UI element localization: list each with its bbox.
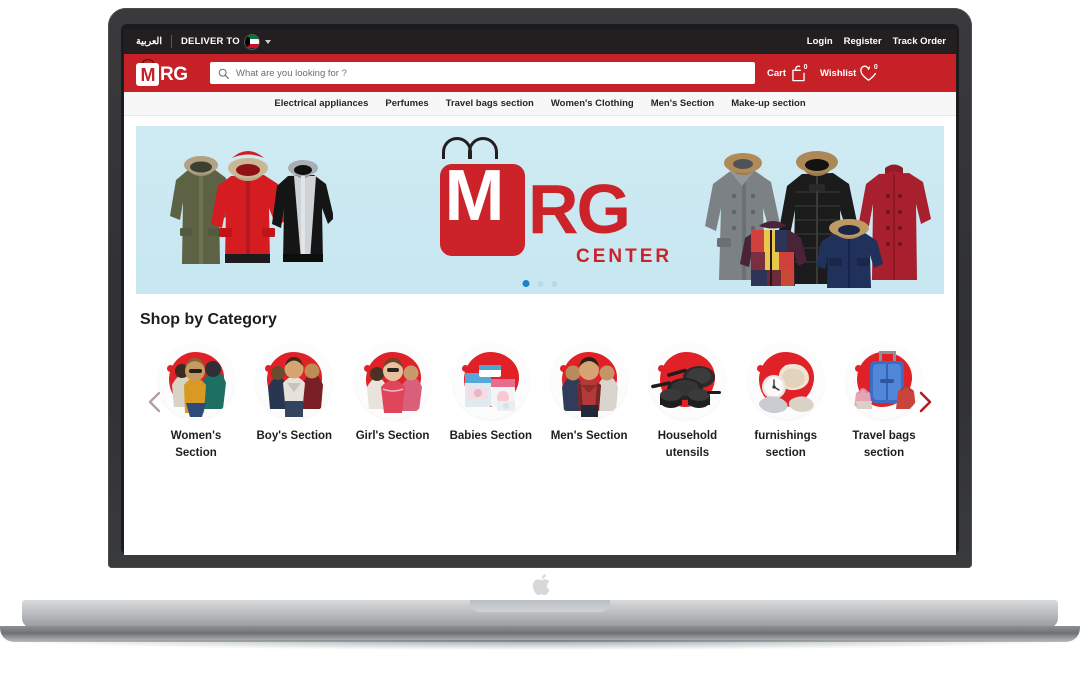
topbar-right-group: Login Register Track Order xyxy=(807,36,946,47)
hero-logo-text: RG xyxy=(528,170,631,248)
winter-coats-image xyxy=(705,151,931,288)
category-image xyxy=(452,343,529,419)
hero-slider-dots[interactable] xyxy=(522,280,558,287)
hero-banner-slide[interactable]: M RG CENTER xyxy=(136,126,944,294)
category-image xyxy=(354,343,431,419)
wishlist-count-badge: 0 xyxy=(870,61,882,73)
category-item-womens-section[interactable]: Women's Section xyxy=(150,343,242,461)
track-order-link[interactable]: Track Order xyxy=(893,36,946,47)
search-input[interactable] xyxy=(236,67,747,79)
category-label: Girl's Section xyxy=(355,430,430,442)
hero-dot-1[interactable] xyxy=(522,280,530,287)
category-label: Household utensils xyxy=(657,430,718,459)
nav-item-mens-section[interactable]: Men's Section xyxy=(651,98,715,109)
kuwait-flag-icon xyxy=(244,34,259,49)
nav-item-womens-clothing[interactable]: Women's Clothing xyxy=(551,98,634,109)
nav-item-perfumes[interactable]: Perfumes xyxy=(385,98,428,109)
cookware-art xyxy=(651,366,722,408)
category-item-babies-section[interactable]: Babies Section xyxy=(445,343,537,461)
category-label: Boy's Section xyxy=(256,430,333,442)
category-label: Babies Section xyxy=(449,430,533,442)
mens-winter-jackets-image xyxy=(170,151,333,264)
boys-clothing-art xyxy=(268,357,324,417)
category-item-household-utensils[interactable]: Household utensils xyxy=(641,343,733,461)
brand-logo-mark: M xyxy=(136,63,159,86)
category-item-girls-section[interactable]: Girl's Section xyxy=(347,343,439,461)
girls-clothing-art xyxy=(366,358,422,413)
wishlist-icon-wrap: 0 xyxy=(859,61,882,83)
category-navbar: Electrical appliances Perfumes Travel ba… xyxy=(124,92,956,116)
top-utility-bar: العربية DELIVER TO Login Register Track … xyxy=(124,29,956,54)
category-image xyxy=(158,343,234,419)
category-image xyxy=(256,343,333,419)
category-carousel: Women's Section Boy's Section Girl's Sec… xyxy=(136,343,944,461)
brand-logo[interactable]: M RG xyxy=(136,59,198,86)
hero-dot-3[interactable] xyxy=(551,280,558,287)
site-header: M RG Cart 0 xyxy=(124,54,956,92)
page-viewport: العربية DELIVER TO Login Register Track … xyxy=(124,29,956,555)
deliver-to-selector[interactable]: DELIVER TO xyxy=(172,34,271,49)
laptop-mockup: العربية DELIVER TO Login Register Track … xyxy=(0,0,1080,675)
category-item-boys-section[interactable]: Boy's Section xyxy=(248,343,340,461)
hero-dot-2[interactable] xyxy=(537,280,544,287)
cart-button[interactable]: Cart 0 xyxy=(767,61,812,83)
category-list: Women's Section Boy's Section Girl's Sec… xyxy=(136,343,944,461)
hero-logo-mark: M xyxy=(444,156,505,236)
nav-item-make-up-section[interactable]: Make-up section xyxy=(731,98,805,109)
category-label: furnishings section xyxy=(754,430,817,459)
nav-item-travel-bags-section[interactable]: Travel bags section xyxy=(446,98,534,109)
category-label: Men's Section xyxy=(550,430,628,442)
laptop-shadow xyxy=(0,640,1080,650)
cart-icon-wrap: 0 xyxy=(789,61,812,83)
hero-brand-logo: M RG CENTER xyxy=(430,137,669,270)
carousel-next-button[interactable] xyxy=(914,387,936,417)
home-furnishing-art xyxy=(758,364,814,414)
cart-count-badge: 0 xyxy=(800,61,812,73)
search-bar[interactable] xyxy=(210,62,755,84)
mens-clothing-art xyxy=(562,357,619,417)
category-image xyxy=(845,343,922,419)
hero-logo-subtitle: CENTER xyxy=(576,246,673,267)
category-image xyxy=(551,343,628,419)
cart-label: Cart xyxy=(767,67,787,79)
wishlist-button[interactable]: Wishlist 0 xyxy=(820,61,882,83)
language-switch-link[interactable]: العربية xyxy=(134,35,172,48)
main-content: M RG CENTER Shop by Category Women's Sec… xyxy=(124,116,956,462)
babies-products-art xyxy=(464,365,515,411)
topbar-left-group: العربية DELIVER TO xyxy=(134,34,271,49)
luggage-art xyxy=(853,351,916,409)
register-link[interactable]: Register xyxy=(844,36,882,47)
category-item-mens-section[interactable]: Men's Section xyxy=(543,343,635,461)
brand-logo-text: RG xyxy=(160,64,188,85)
apple-logo-icon xyxy=(532,574,550,596)
search-icon xyxy=(218,68,229,79)
category-label: Travel bags section xyxy=(852,430,916,459)
login-link[interactable]: Login xyxy=(807,36,833,47)
deliver-to-label: DELIVER TO xyxy=(180,36,240,47)
wishlist-label: Wishlist xyxy=(820,67,857,79)
chevron-right-icon xyxy=(919,391,932,413)
category-image xyxy=(747,343,824,419)
page-title: Shop by Category xyxy=(140,311,277,328)
laptop-base-notch xyxy=(470,600,610,612)
nav-item-electrical-appliances[interactable]: Electrical appliances xyxy=(274,98,368,109)
category-label: Women's Section xyxy=(170,430,222,459)
women-clothing-art xyxy=(172,358,226,417)
category-image xyxy=(649,343,726,419)
chevron-down-icon xyxy=(264,39,271,44)
category-item-furnishings-section[interactable]: furnishings section xyxy=(740,343,832,461)
